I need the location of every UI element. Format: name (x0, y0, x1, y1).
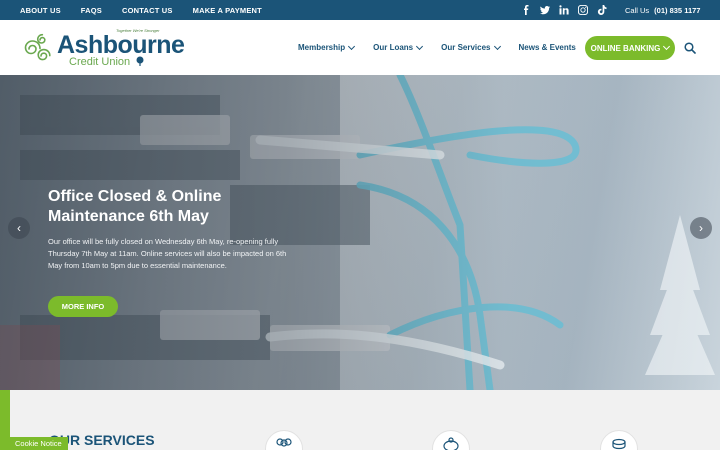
nav-news-events[interactable]: News & Events (519, 43, 576, 52)
logo-name: Ashbourne (57, 31, 185, 59)
chevron-down-icon (663, 42, 671, 51)
site-header: Together We're Stronger Ashbourne Credit… (0, 20, 720, 75)
main-nav: Membership Our Loans Our Services News &… (298, 20, 675, 75)
social-links (520, 3, 607, 17)
nav-news-events-label: News & Events (518, 43, 576, 52)
nav-our-services[interactable]: Our Services (441, 42, 501, 52)
top-links: ABOUT US FAQS CONTACT US MAKE A PAYMENT (20, 0, 282, 20)
about-us-link[interactable]: ABOUT US (20, 6, 61, 15)
nav-membership[interactable]: Membership (298, 42, 356, 52)
twitter-icon[interactable] (539, 3, 550, 17)
slider-prev-button[interactable]: ‹ (8, 217, 30, 239)
online-banking-label: ONLINE BANKING (590, 43, 661, 53)
search-icon[interactable] (684, 42, 696, 54)
linkedin-icon[interactable] (558, 3, 569, 17)
tree-icon (136, 56, 144, 66)
slider-next-button[interactable]: › (690, 217, 712, 239)
hero-overlay (0, 75, 720, 390)
contact-us-link[interactable]: CONTACT US (122, 6, 173, 15)
make-a-payment-link[interactable]: MAKE A PAYMENT (193, 6, 262, 15)
hero-slider: Office Closed & Online Maintenance 6th M… (0, 75, 720, 390)
spiral-logo-icon (24, 33, 51, 61)
more-info-button[interactable]: MORE INFO (48, 296, 118, 317)
call-us[interactable]: Call Us (01) 835 1177 (625, 0, 700, 20)
piggy-bank-icon[interactable] (432, 430, 470, 450)
chevron-down-icon (493, 42, 501, 50)
members-icon[interactable] (265, 430, 303, 450)
instagram-icon[interactable] (577, 3, 588, 17)
tiktok-icon[interactable] (596, 3, 607, 17)
chevron-down-icon (348, 42, 356, 50)
services-section: OUR SERVICES (0, 390, 720, 450)
online-banking-button[interactable]: ONLINE BANKING (585, 36, 675, 60)
chevron-right-icon: › (699, 221, 703, 235)
faqs-link[interactable]: FAQS (81, 6, 102, 15)
nav-our-loans-label: Our Loans (373, 43, 414, 52)
nav-our-loans[interactable]: Our Loans (373, 42, 424, 52)
cookie-notice-button[interactable]: Cookie Notice (9, 437, 68, 450)
chevron-down-icon (416, 42, 424, 50)
hero-title: Office Closed & Online Maintenance 6th M… (48, 188, 222, 225)
phone-number[interactable]: (01) 835 1177 (654, 6, 700, 15)
coins-icon[interactable] (600, 430, 638, 450)
nav-membership-label: Membership (298, 43, 346, 52)
facebook-icon[interactable] (520, 3, 531, 17)
hero-body: Our office will be fully closed on Wedne… (48, 237, 287, 270)
chevron-left-icon: ‹ (17, 221, 21, 235)
logo-subtitle: Credit Union (69, 56, 145, 68)
call-label: Call Us (625, 5, 650, 15)
nav-our-services-label: Our Services (441, 43, 491, 52)
logo-subtitle-text: Credit Union (69, 56, 131, 68)
top-bar: ABOUT US FAQS CONTACT US MAKE A PAYMENT … (0, 0, 720, 20)
logo[interactable]: Together We're Stronger Ashbourne Credit… (19, 28, 185, 70)
